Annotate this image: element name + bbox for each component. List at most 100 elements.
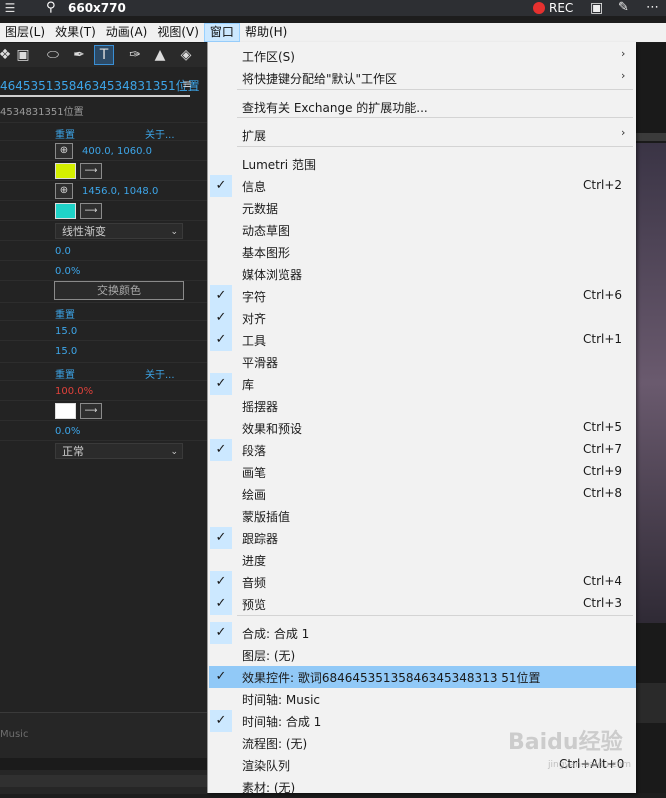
menu-item[interactable]: Lumetri 范围 <box>209 153 636 175</box>
crosshair-icon[interactable]: ⊕ <box>55 183 73 199</box>
pen-icon[interactable]: ✎ <box>618 0 629 15</box>
menu-item[interactable]: 素材: (无) <box>209 776 636 798</box>
menu-item[interactable]: 效果和预设 Ctrl+5 <box>209 417 636 439</box>
menu-item[interactable]: ✓ 预览 Ctrl+3 <box>209 593 636 615</box>
end-point-value[interactable]: 1456.0, 1048.0 <box>82 186 158 197</box>
clone-stamp-icon[interactable]: ▲ <box>151 46 169 64</box>
about-link[interactable]: 关于... <box>145 366 175 381</box>
menu-item[interactable]: ✓ 段落 Ctrl+7 <box>209 439 636 461</box>
menu-item-label: 将快捷键分配给"默认"工作区 <box>242 72 398 86</box>
menu-item[interactable]: 进度 <box>209 549 636 571</box>
value-4[interactable]: 15.0 <box>55 346 77 357</box>
menu-item[interactable]: ✓ 效果控件: 歌词68464535135846345348313 51位置 <box>209 666 636 688</box>
menu-item[interactable]: ✓ 跟踪器 <box>209 527 636 549</box>
blend-value[interactable]: 0.0% <box>55 266 80 277</box>
menu-animation[interactable]: 动画(A) <box>101 23 153 42</box>
eyedropper-icon[interactable]: ⟶ <box>80 203 102 219</box>
menu-item-shortcut: Ctrl+9 <box>583 464 623 478</box>
blend-mode-select[interactable]: 正常 ⌄ <box>55 443 183 459</box>
menu-item[interactable]: 摇摆器 <box>209 395 636 417</box>
brush-tool-icon[interactable]: ✑ <box>126 46 144 64</box>
end-color-swatch[interactable] <box>55 203 76 219</box>
start-color-swatch[interactable] <box>55 163 76 179</box>
menu-item[interactable]: 动态草图 <box>209 219 636 241</box>
menu-item[interactable]: 元数据 <box>209 197 636 219</box>
search-icon[interactable]: ⚲ <box>46 1 60 15</box>
record-dot-icon <box>533 2 545 14</box>
ramp-shape-value: 线性渐变 <box>62 225 106 238</box>
panel-tab-title[interactable]: 46453513584634534831351位置 <box>0 77 200 94</box>
menu-item[interactable]: 查找有关 Exchange 的扩展功能... <box>209 96 636 118</box>
menu-item[interactable]: 绘画 Ctrl+8 <box>209 483 636 505</box>
camera-icon[interactable]: ▣ <box>590 0 603 16</box>
menu-item[interactable]: 扩展 › <box>209 124 636 146</box>
menu-view[interactable]: 视图(V) <box>152 23 204 42</box>
more-icon[interactable]: ⋯ <box>646 0 659 15</box>
swap-colors-row: 交换颜色 <box>0 280 207 301</box>
menu-item[interactable]: 将快捷键分配给"默认"工作区 › <box>209 67 636 89</box>
layer-subtitle: 4534831351位置 <box>0 107 84 118</box>
menu-item[interactable]: ✓ 工具 Ctrl+1 <box>209 329 636 351</box>
reset-link[interactable]: 重置 <box>55 366 75 381</box>
eraser-tool-icon[interactable]: ◈ <box>177 46 195 64</box>
menu-layer[interactable]: 图层(L) <box>0 23 50 42</box>
menu-item[interactable]: ✓ 对齐 <box>209 307 636 329</box>
menu-icon[interactable]: ☰ <box>2 0 18 16</box>
scatter-row: 0.0 <box>0 240 207 261</box>
menu-item-label: 元数据 <box>242 202 279 216</box>
menu-item[interactable]: 媒体浏览器 <box>209 263 636 285</box>
menu-item-label: 蒙版插值 <box>242 510 291 524</box>
ellipse-tool-icon[interactable]: ⬭ <box>44 46 62 64</box>
menu-item[interactable]: 基本图形 <box>209 241 636 263</box>
checkmark-icon: ✓ <box>210 285 232 307</box>
start-point-value[interactable]: 400.0, 1060.0 <box>82 146 152 157</box>
reset-link[interactable]: 重置 <box>55 306 75 321</box>
menu-item-label: 流程图: (无) <box>242 737 308 751</box>
opacity-value[interactable]: 100.0% <box>55 386 93 397</box>
menu-item-label: 查找有关 Exchange 的扩展功能... <box>242 101 428 115</box>
pen-tool-icon[interactable]: ✒ <box>70 46 88 64</box>
value-3[interactable]: 15.0 <box>55 326 77 337</box>
watermark-brand: Baidu经验 <box>508 730 623 755</box>
menu-item[interactable]: ✓ 字符 Ctrl+6 <box>209 285 636 307</box>
eyedropper-icon[interactable]: ⟶ <box>80 403 102 419</box>
menu-item[interactable]: 平滑器 <box>209 351 636 373</box>
eyedropper-icon[interactable]: ⟶ <box>80 163 102 179</box>
white-color-swatch[interactable] <box>55 403 76 419</box>
panel-tab[interactable]: 46453513584634534831351位置 ≡ <box>0 77 207 97</box>
rec-button[interactable]: REC <box>533 1 573 15</box>
timeline-scrollbar[interactable] <box>0 775 207 787</box>
ramp-shape-select[interactable]: 线性渐变 ⌄ <box>55 223 183 239</box>
menu-help[interactable]: 帮助(H) <box>240 23 292 42</box>
chevron-down-icon: ⌄ <box>170 447 178 457</box>
about-link[interactable]: 关于... <box>145 126 175 141</box>
menu-window[interactable]: 窗口 <box>203 23 240 42</box>
menu-item[interactable]: 图层: (无) <box>209 644 636 666</box>
menu-effect[interactable]: 效果(T) <box>50 23 101 42</box>
menu-item-label: 绘画 <box>242 488 267 502</box>
menu-item-label: 工作区(S) <box>242 50 295 64</box>
menu-item[interactable]: ✓ 信息 Ctrl+2 <box>209 175 636 197</box>
panel-menu-icon[interactable]: ≡ <box>182 77 192 91</box>
scatter-value[interactable]: 0.0 <box>55 246 71 257</box>
baidu-watermark: Baidu经验 jingyan.baidu.com <box>508 724 658 770</box>
value-6[interactable]: 0.0% <box>55 426 80 437</box>
menu-item[interactable]: ✓ 合成: 合成 1 <box>209 622 636 644</box>
end-color-row: ⟶ <box>0 200 207 221</box>
menu-separator <box>237 117 633 118</box>
select-region-icon[interactable]: ▣ <box>14 46 32 64</box>
menu-item[interactable]: 工作区(S) › <box>209 45 636 67</box>
pan-tool-icon[interactable]: ❖ <box>0 46 14 64</box>
type-tool-icon[interactable]: T <box>94 45 114 65</box>
menu-item[interactable]: 时间轴: Music <box>209 688 636 710</box>
menu-item[interactable]: 蒙版插值 <box>209 505 636 527</box>
ramp-shape-row: 线性渐变 ⌄ <box>0 220 207 241</box>
swap-colors-button[interactable]: 交换颜色 <box>54 281 184 300</box>
menu-item[interactable]: 画笔 Ctrl+9 <box>209 461 636 483</box>
menu-item[interactable]: ✓ 音频 Ctrl+4 <box>209 571 636 593</box>
reset-link[interactable]: 重置 <box>55 126 75 141</box>
crosshair-icon[interactable]: ⊕ <box>55 143 73 159</box>
menu-item[interactable]: ✓ 库 <box>209 373 636 395</box>
timeline-tab-music[interactable]: Music <box>0 729 28 740</box>
tab-underline <box>0 95 190 97</box>
